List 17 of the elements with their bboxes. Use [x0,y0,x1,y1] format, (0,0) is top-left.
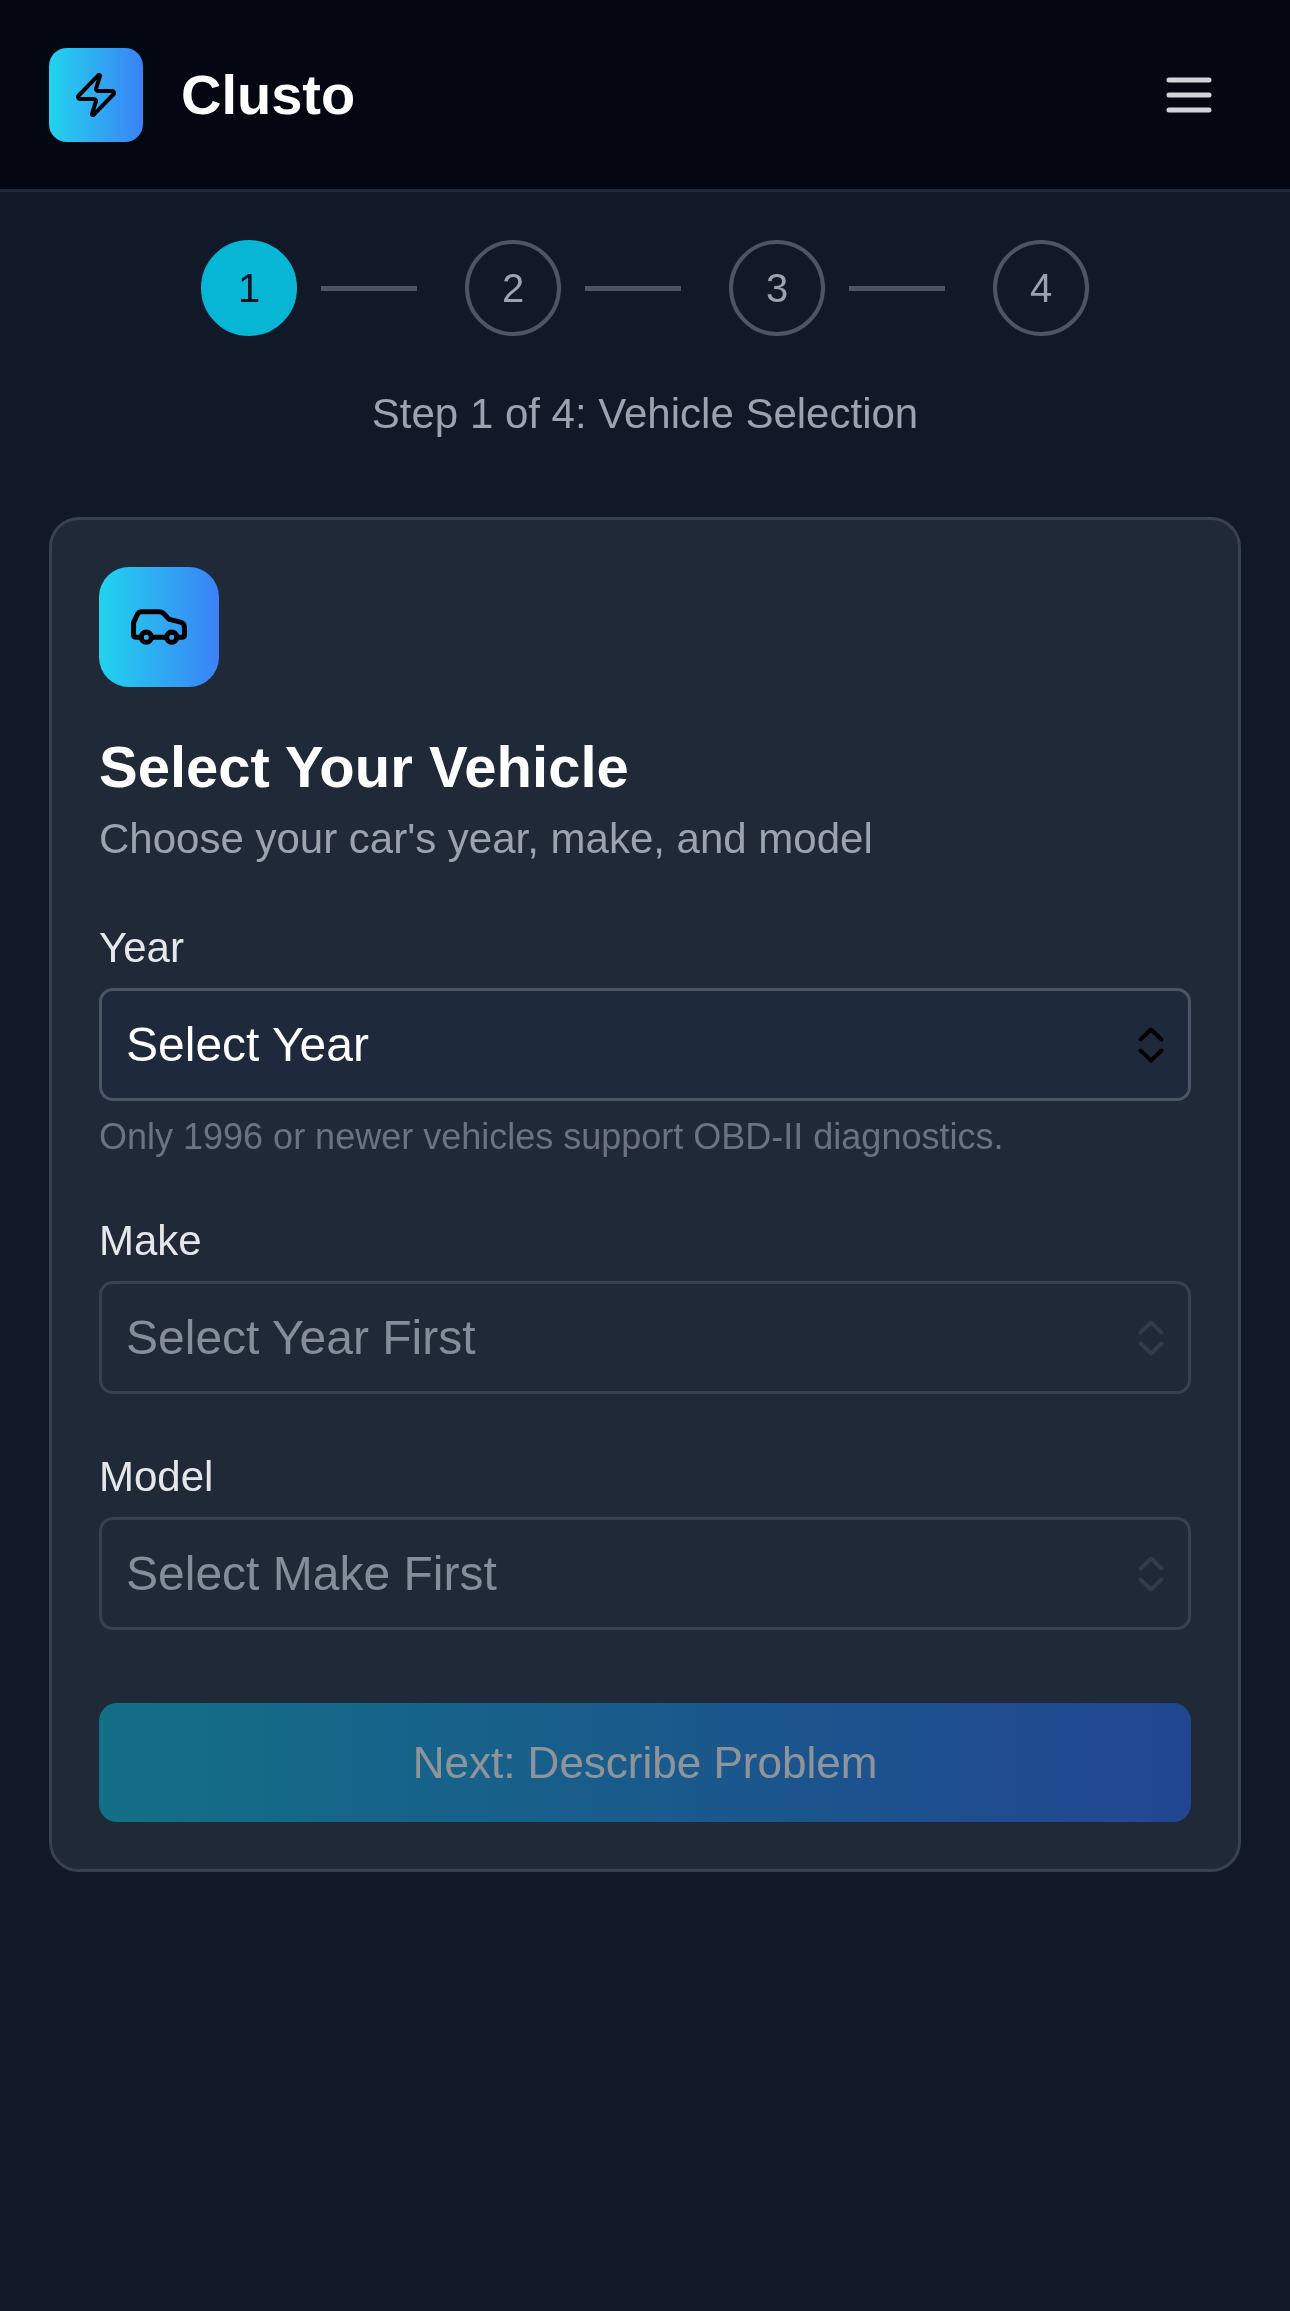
step-caption: Step 1 of 4: Vehicle Selection [371,390,919,438]
menu-icon[interactable] [1166,76,1212,113]
dropdown-field[interactable]: Select Year [99,988,1191,1101]
field-label: Make [99,1216,202,1266]
step-circle: 2 [465,240,561,336]
field-hint: Only 1996 or newer vehicles support OBD-II diagnostics. [99,1115,1004,1158]
field-label: Year [99,923,184,973]
car-icon [99,567,219,687]
chevron-up-down-icon [1138,1026,1164,1063]
lightning-bolt-icon [49,47,143,142]
card-subtitle: Choose your car's year, make, and model [99,814,873,864]
step-circle: 4 [993,240,1089,336]
card-title: Select Your Vehicle [99,733,629,801]
app-name: Clusto [181,61,356,128]
field-label: Model [99,1452,214,1502]
step-circle: 1 [201,240,297,336]
step-circle: 3 [729,240,825,336]
